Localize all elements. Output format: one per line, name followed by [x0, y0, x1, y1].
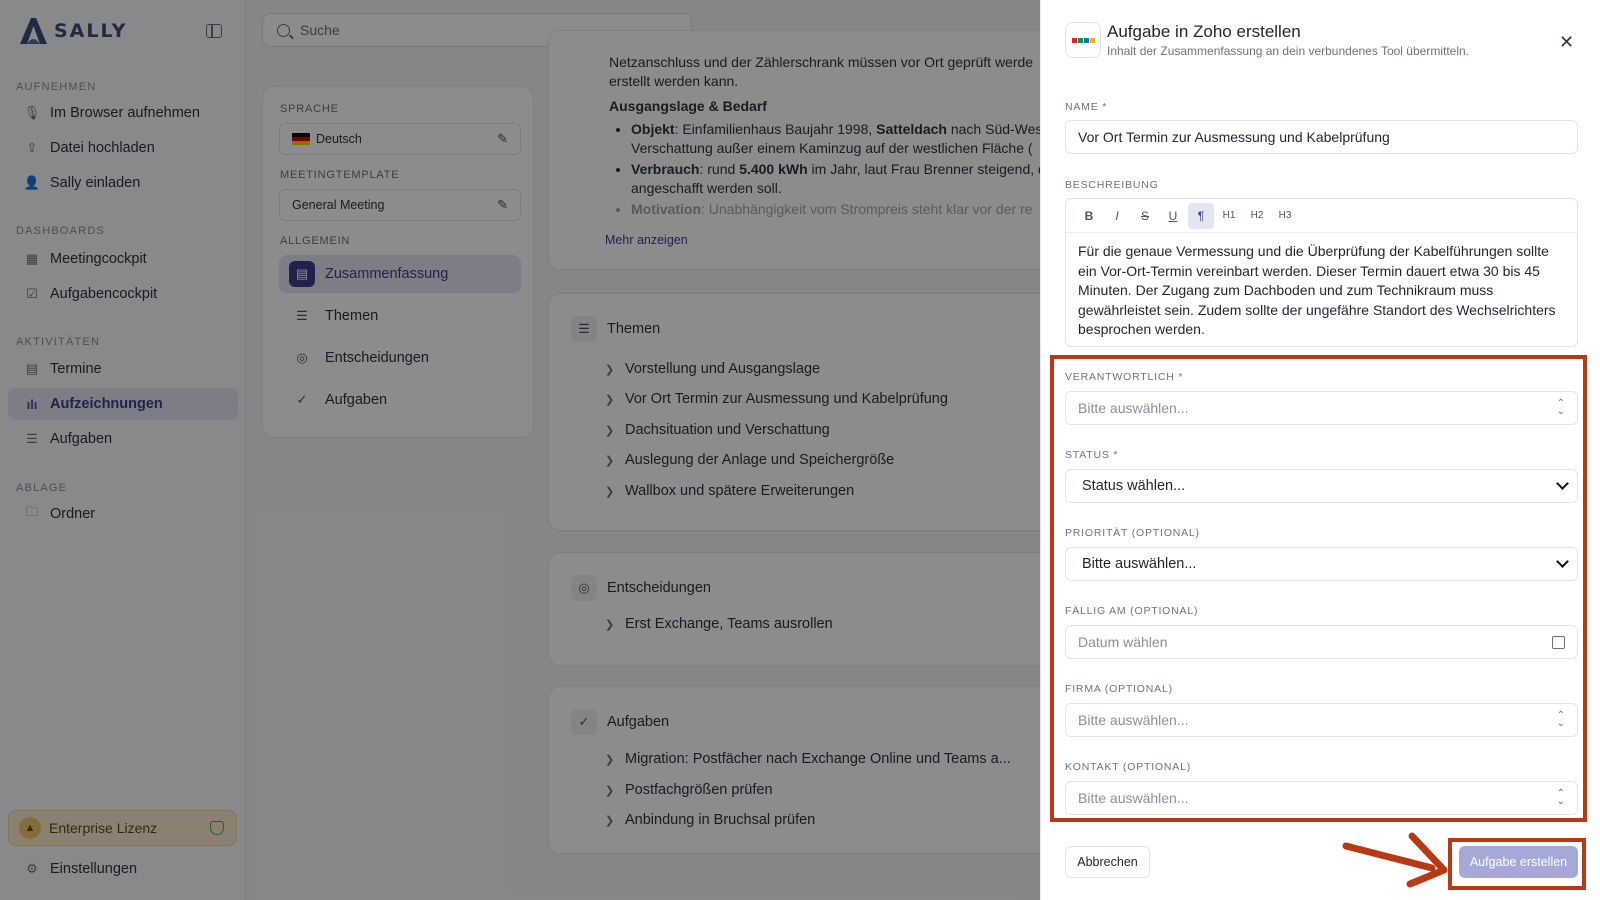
panel-title: Aufgabe in Zoho erstellen	[1107, 22, 1301, 41]
editor-toolbar: B I S U ¶ H1 H2 H3	[1066, 199, 1577, 233]
heading2-button[interactable]: H2	[1244, 203, 1270, 229]
strikethrough-button[interactable]: S	[1132, 203, 1158, 229]
heading1-button[interactable]: H1	[1216, 203, 1242, 229]
modal-backdrop[interactable]	[0, 0, 1040, 900]
cancel-button[interactable]: Abbrechen	[1065, 846, 1150, 878]
italic-button[interactable]: I	[1104, 203, 1130, 229]
name-field[interactable]: Vor Ort Termin zur Ausmessung und Kabelp…	[1065, 120, 1578, 154]
paragraph-button[interactable]: ¶	[1188, 202, 1214, 229]
description-label: BESCHREIBUNG	[1065, 179, 1159, 191]
required-fields-highlight	[1050, 355, 1587, 822]
name-label: NAME *	[1065, 101, 1108, 113]
description-text[interactable]: Für die genaue Vermessung und die Überpr…	[1066, 233, 1577, 349]
panel-subtitle: Inhalt der Zusammenfassung an dein verbu…	[1107, 44, 1469, 58]
bold-button[interactable]: B	[1076, 203, 1102, 229]
underline-button[interactable]: U	[1160, 203, 1186, 229]
description-editor[interactable]: B I S U ¶ H1 H2 H3 Für die genaue Vermes…	[1065, 198, 1578, 347]
name-value: Vor Ort Termin zur Ausmessung und Kabelp…	[1078, 129, 1390, 145]
heading3-button[interactable]: H3	[1272, 203, 1298, 229]
submit-button-highlight	[1448, 838, 1586, 890]
zoho-logo-icon	[1065, 22, 1101, 58]
close-icon[interactable]: ✕	[1559, 32, 1574, 53]
annotation-arrow-icon	[1342, 832, 1448, 888]
